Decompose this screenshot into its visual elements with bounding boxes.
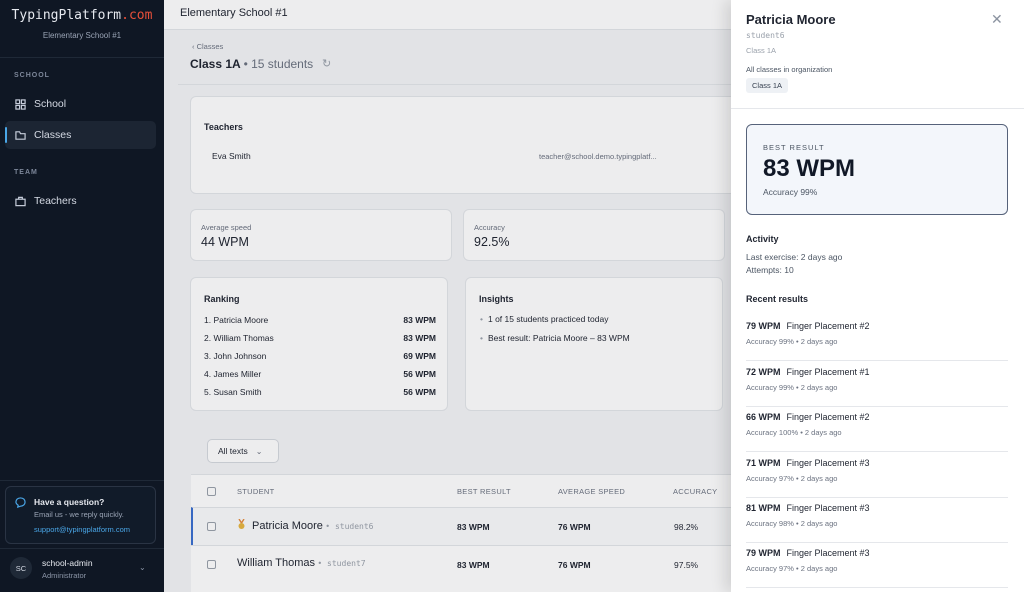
drawer-student-name: Patricia Moore	[746, 12, 836, 27]
result-meta: Accuracy 100% • 2 days ago	[746, 428, 842, 437]
result-title: 71 WPM Finger Placement #3	[746, 458, 870, 468]
result-meta: Accuracy 99% • 2 days ago	[746, 337, 838, 346]
support-email-link[interactable]: support@typingplatform.com	[34, 525, 130, 534]
result-wpm: 72 WPM	[746, 367, 781, 377]
result-meta: Accuracy 97% • 2 days ago	[746, 474, 838, 483]
result-text: Finger Placement #2	[786, 412, 870, 422]
result-wpm: 79 WPM	[746, 548, 781, 558]
sidebar-item-label: Classes	[34, 129, 72, 141]
result-title: 79 WPM Finger Placement #3	[746, 548, 870, 558]
user-name[interactable]: school-admin	[42, 558, 93, 568]
sidebar: TypingPlatform.com Elementary School #1 …	[0, 0, 164, 592]
section-label-team: TEAM	[14, 169, 38, 176]
sidebar-item-label: School	[34, 98, 67, 110]
avatar[interactable]: SC	[10, 557, 32, 579]
drawer-student-id: student6	[746, 31, 785, 40]
org-name: Elementary School #1	[42, 31, 122, 40]
sidebar-item-classes[interactable]: Classes	[5, 121, 156, 149]
help-card: Have a question? Email us - we reply qui…	[5, 486, 156, 544]
sidebar-item-teachers[interactable]: Teachers	[5, 187, 156, 215]
user-role: Administrator	[42, 571, 87, 580]
best-result-label: BEST RESULT	[763, 143, 825, 152]
student-detail-drawer: Patricia Moore student6 Class 1A ✕ All c…	[731, 0, 1024, 592]
best-result-card: BEST RESULT 83 WPM Accuracy 99%	[746, 124, 1008, 215]
result-text: Finger Placement #2	[786, 321, 870, 331]
list-item: 71 WPM Finger Placement #3 Accuracy 97% •…	[746, 452, 1008, 498]
all-classes-label: All classes in organization	[746, 65, 833, 74]
briefcase-icon	[15, 196, 26, 206]
chevron-down-icon[interactable]: ⌄	[139, 563, 146, 572]
sidebar-divider	[0, 57, 164, 58]
grid-icon	[15, 98, 26, 110]
sidebar-divider	[0, 548, 164, 549]
result-wpm: 66 WPM	[746, 412, 781, 422]
result-title: 66 WPM Finger Placement #2	[746, 412, 870, 422]
best-result-accuracy: Accuracy 99%	[763, 187, 818, 197]
class-chip[interactable]: Class 1A	[746, 78, 789, 93]
result-title: 79 WPM Finger Placement #2	[746, 321, 870, 331]
help-title: Have a question?	[34, 497, 105, 507]
activity-title: Activity	[746, 234, 779, 244]
attempts-count: Attempts: 10	[746, 265, 794, 275]
list-item: 66 WPM Finger Placement #2 Accuracy 100% …	[746, 406, 1008, 452]
result-text: Finger Placement #3	[786, 503, 870, 513]
result-text: Finger Placement #1	[786, 367, 870, 377]
list-item: 79 WPM Finger Placement #2 Accuracy 99% •…	[746, 315, 1008, 361]
drawer-student-class: Class 1A	[746, 46, 777, 55]
sidebar-item-school[interactable]: School	[5, 90, 156, 118]
logo-accent: .com	[121, 8, 153, 23]
folder-icon	[15, 130, 26, 140]
list-item: 79 WPM Finger Placement #3 Accuracy 97% •…	[746, 542, 1008, 588]
result-wpm: 79 WPM	[746, 321, 781, 331]
result-text: Finger Placement #3	[786, 458, 870, 468]
sidebar-item-label: Teachers	[34, 195, 77, 207]
last-exercise: Last exercise: 2 days ago	[746, 252, 843, 262]
section-label-school: SCHOOL	[14, 72, 50, 79]
result-meta: Accuracy 99% • 2 days ago	[746, 383, 838, 392]
recent-results-title: Recent results	[746, 294, 809, 304]
drawer-divider	[731, 108, 1024, 109]
help-subtitle: Email us - we reply quickly.	[34, 510, 124, 519]
best-result-value: 83 WPM	[763, 155, 856, 182]
list-item: 72 WPM Finger Placement #1 Accuracy 99% •…	[746, 361, 1008, 407]
result-wpm: 81 WPM	[746, 503, 781, 513]
logo-main: TypingPlatform	[11, 8, 122, 23]
sidebar-divider	[0, 480, 164, 481]
result-title: 81 WPM Finger Placement #3	[746, 503, 870, 513]
result-wpm: 71 WPM	[746, 458, 781, 468]
result-meta: Accuracy 97% • 2 days ago	[746, 564, 838, 573]
list-item: 81 WPM Finger Placement #3 Accuracy 98% •…	[746, 497, 1008, 543]
close-icon[interactable]: ✕	[991, 11, 1003, 28]
result-meta: Accuracy 98% • 2 days ago	[746, 519, 838, 528]
chat-bubble-icon	[15, 497, 26, 508]
result-text: Finger Placement #3	[786, 548, 870, 558]
logo[interactable]: TypingPlatform.com	[0, 8, 164, 23]
result-title: 72 WPM Finger Placement #1	[746, 367, 870, 377]
